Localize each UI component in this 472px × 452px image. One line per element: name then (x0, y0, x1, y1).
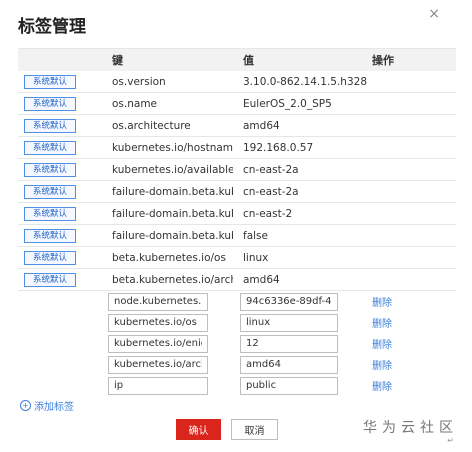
system-default-badge: 系统默认 (24, 250, 76, 265)
tag-key-input[interactable] (108, 292, 208, 311)
tag-value: cn-east-2a (243, 185, 299, 198)
tag-management-dialog: 标签管理 × 键 值 操作 系统默认 os.version 3.10.0-862… (0, 0, 472, 452)
close-icon[interactable]: × (428, 6, 440, 22)
system-default-badge: 系统默认 (24, 206, 76, 221)
tag-value: false (243, 229, 268, 242)
editable-tag-row: 删除 (18, 333, 456, 354)
tag-key: kubernetes.io/hostname (112, 141, 233, 154)
delete-link[interactable]: 删除 (372, 319, 392, 330)
system-default-badge: 系统默认 (24, 162, 76, 177)
system-default-badge: 系统默认 (24, 74, 76, 89)
system-default-badge: 系统默认 (24, 96, 76, 111)
table-row: 系统默认 kubernetes.io/hostname 192.168.0.57 (18, 137, 456, 159)
editable-tag-row: 删除 (18, 291, 456, 312)
delete-link[interactable]: 删除 (372, 298, 392, 309)
table-row: 系统默认 beta.kubernetes.io/arch amd64 (18, 269, 456, 291)
table-row: 系统默认 failure-domain.beta.kubern... false (18, 225, 456, 247)
table-header: 键 值 操作 (18, 49, 456, 71)
tag-value: cn-east-2 (243, 207, 293, 220)
tag-key-input[interactable] (108, 355, 208, 374)
tag-value-input[interactable] (240, 292, 338, 311)
editable-tag-row: 删除 (18, 354, 456, 375)
table-row: 系统默认 os.architecture amd64 (18, 115, 456, 137)
tag-value: amd64 (243, 119, 280, 132)
tag-value: cn-east-2a (243, 163, 299, 176)
table-row: 系统默认 kubernetes.io/availablezone cn-east… (18, 159, 456, 181)
delete-link[interactable]: 删除 (372, 382, 392, 393)
tag-value-input[interactable] (240, 334, 338, 353)
tag-value: amd64 (243, 273, 280, 286)
tag-key: beta.kubernetes.io/arch (112, 273, 233, 286)
tag-key: failure-domain.beta.kubern... (112, 229, 233, 242)
delete-link[interactable]: 删除 (372, 340, 392, 351)
table-row: 系统默认 failure-domain.beta.kubern... cn-ea… (18, 203, 456, 225)
tag-key: os.architecture (112, 119, 191, 132)
tags-table: 键 值 操作 系统默认 os.version 3.10.0-862.14.1.5… (18, 48, 456, 396)
tag-value-input[interactable] (240, 376, 338, 395)
tag-key: failure-domain.beta.kubern... (112, 185, 233, 198)
tag-value-input[interactable] (240, 355, 338, 374)
tag-key-input[interactable] (108, 376, 208, 395)
tag-key: failure-domain.beta.kubern... (112, 207, 233, 220)
tag-key: os.name (112, 97, 158, 110)
cancel-button[interactable]: 取消 (231, 419, 278, 440)
tag-key: os.version (112, 75, 166, 88)
plus-circle-icon: + (20, 400, 31, 411)
tag-key: kubernetes.io/availablezone (112, 163, 233, 176)
dialog-title: 标签管理 (18, 17, 86, 37)
delete-link[interactable]: 删除 (372, 361, 392, 372)
header-value: 值 (243, 54, 254, 67)
tag-value-input[interactable] (240, 313, 338, 332)
tag-value: 3.10.0-862.14.1.5.h328.eule... (243, 75, 367, 88)
system-default-badge: 系统默认 (24, 118, 76, 133)
system-default-badge: 系统默认 (24, 140, 76, 155)
tag-value: EulerOS_2.0_SP5 (243, 97, 332, 110)
tag-key: beta.kubernetes.io/os (112, 251, 226, 264)
add-tag-label: 添加标签 (34, 402, 74, 413)
watermark: 华为云社区 (363, 420, 458, 436)
editable-tag-row: 删除 (18, 312, 456, 333)
table-row: 系统默认 os.name EulerOS_2.0_SP5 (18, 93, 456, 115)
return-arrow-icon: ↵ (447, 436, 454, 445)
table-row: 系统默认 os.version 3.10.0-862.14.1.5.h328.e… (18, 71, 456, 93)
table-row: 系统默认 failure-domain.beta.kubern... cn-ea… (18, 181, 456, 203)
system-default-badge: 系统默认 (24, 272, 76, 287)
header-key: 键 (112, 54, 123, 67)
tag-value: linux (243, 251, 269, 264)
tag-value: 192.168.0.57 (243, 141, 314, 154)
editable-tag-row: 删除 (18, 375, 456, 396)
confirm-button[interactable]: 确认 (176, 419, 221, 440)
tag-key-input[interactable] (108, 334, 208, 353)
system-default-badge: 系统默认 (24, 228, 76, 243)
table-row: 系统默认 beta.kubernetes.io/os linux (18, 247, 456, 269)
system-default-badge: 系统默认 (24, 184, 76, 199)
tag-key-input[interactable] (108, 313, 208, 332)
header-action: 操作 (372, 54, 394, 67)
add-tag-button[interactable]: + 添加标签 (20, 398, 74, 413)
